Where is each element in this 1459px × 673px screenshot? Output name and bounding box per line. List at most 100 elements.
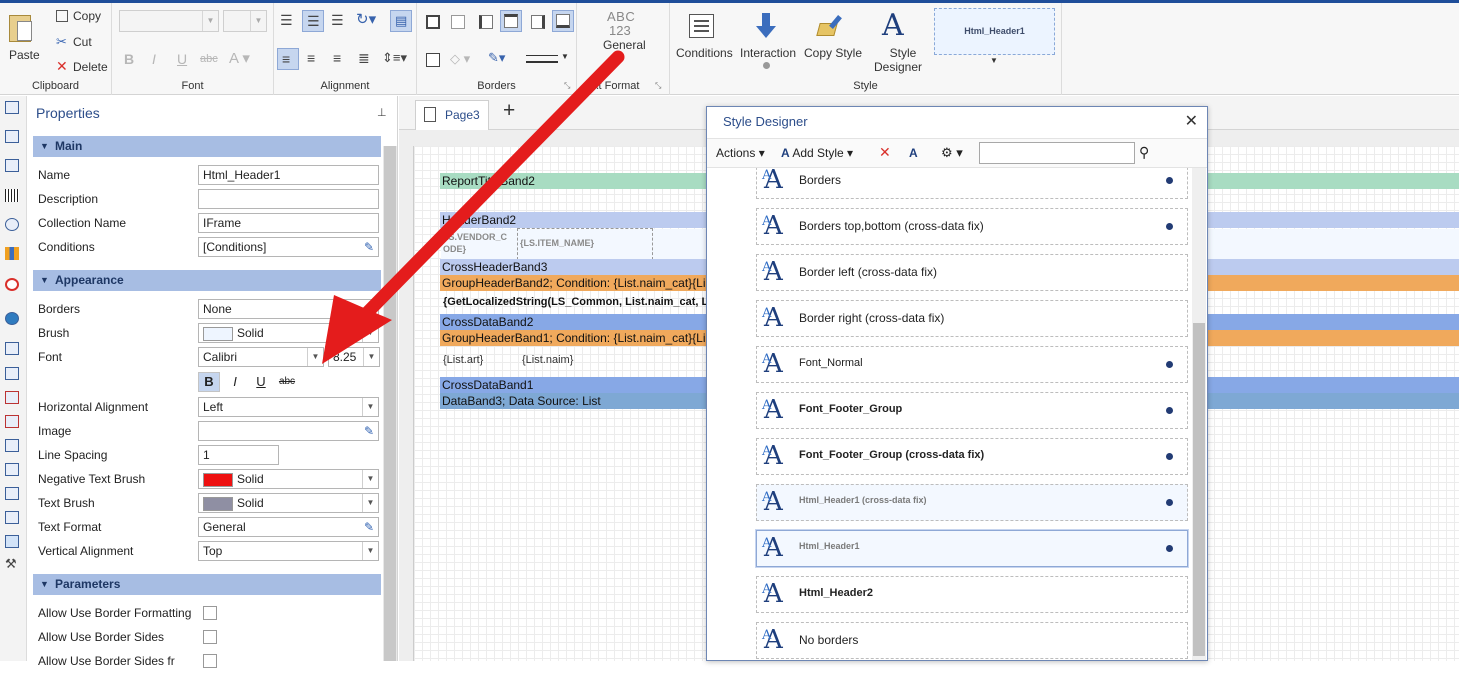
copy-button[interactable]: Copy [56, 9, 101, 23]
left-border-icon[interactable] [479, 15, 493, 29]
description-field[interactable] [198, 189, 379, 209]
neg-brush-field[interactable]: Solid ▼ [198, 469, 379, 489]
style-search-input[interactable] [979, 142, 1135, 164]
line-spacing-button[interactable]: ⇕≡▾ [382, 50, 407, 66]
scrollbar-thumb[interactable] [1193, 323, 1205, 656]
interaction-button[interactable]: Interaction [740, 46, 796, 60]
gauge-icon[interactable] [5, 278, 19, 291]
justify-button[interactable]: ≣ [358, 50, 370, 67]
align-top-button[interactable]: ☰ [280, 12, 293, 29]
paste-button[interactable] [9, 13, 33, 43]
style-list-item[interactable]: A A Font_Normal [756, 346, 1188, 383]
panel-component-icon[interactable] [5, 159, 19, 172]
interaction-dropdown-dot[interactable] [763, 62, 770, 69]
chevron-down-icon[interactable]: ▼ [362, 542, 378, 560]
localized-string-cell[interactable]: {GetLocalizedString(LS_Common, List.naim… [443, 296, 708, 308]
style-list-scrollbar[interactable] [1192, 168, 1206, 660]
style-list-item[interactable]: A A Html_Header2 [756, 576, 1188, 613]
chevron-down-icon[interactable]: ▼ [363, 348, 379, 366]
delete-button[interactable]: ✕ Delete [56, 58, 108, 75]
bold-button[interactable]: B [124, 51, 134, 67]
remove-style-icon[interactable]: ✕ [879, 144, 891, 161]
border-sides-checkbox[interactable] [203, 630, 217, 644]
collection-name-field[interactable]: IFrame [198, 213, 379, 233]
name-field[interactable]: Html_Header1 [198, 165, 379, 185]
chevron-down-icon[interactable]: ▼ [362, 398, 378, 416]
chevron-down-icon[interactable]: ▼ [307, 348, 323, 366]
pencil-icon[interactable]: ✎ [361, 519, 377, 535]
search-icon[interactable]: ⚲ [1139, 144, 1149, 161]
font-family-combo[interactable]: ▼ [119, 10, 219, 32]
expand-icon[interactable]: ⤡ [564, 81, 570, 91]
add-page-button[interactable]: + [503, 99, 515, 123]
image-icon[interactable] [5, 535, 19, 548]
style-list-item[interactable]: A A Font_Footer_Group [756, 392, 1188, 429]
copy-style-button[interactable]: Copy Style [804, 46, 862, 60]
barcode-icon[interactable] [5, 189, 19, 202]
expand-icon[interactable]: ⤡ [655, 81, 661, 91]
tools-icon[interactable]: ⚒ [5, 556, 17, 572]
font-bold-toggle[interactable]: B [198, 372, 220, 392]
chevron-down-icon[interactable]: ▼ [561, 52, 569, 61]
text-icon[interactable] [5, 391, 19, 404]
text-format-field[interactable]: General ✎ [198, 517, 379, 537]
pencil-icon[interactable]: ✎ [361, 423, 377, 439]
chart-icon[interactable] [5, 247, 19, 260]
subreport-icon[interactable] [5, 487, 19, 500]
image-field[interactable]: ✎ [198, 421, 379, 441]
list-art-cell[interactable]: {List.art} [443, 354, 483, 366]
chevron-down-icon[interactable]: ▼ [362, 324, 378, 342]
actions-menu[interactable]: Actions ▾ [716, 146, 765, 160]
valign-field[interactable]: Top ▼ [198, 541, 379, 561]
style-list-item[interactable]: A A Borders top,bottom (cross-data fix) [756, 208, 1188, 245]
section-parameters[interactable]: ▼ Parameters [33, 574, 381, 595]
chevron-down-icon[interactable]: ▼ [990, 56, 998, 65]
strikethrough-button[interactable]: abc [200, 53, 218, 65]
vendor-code-cell[interactable]: LS.VENDOR_C ODE} [443, 231, 507, 255]
section-appearance[interactable]: ▼ Appearance [33, 270, 381, 291]
text-component-icon[interactable] [5, 101, 19, 114]
tab-page3[interactable]: Page3 [415, 100, 489, 130]
top-border-button[interactable] [500, 10, 522, 32]
style-list-item[interactable]: A A Borders [756, 168, 1188, 199]
cross-tab-icon[interactable] [5, 511, 19, 524]
font-color-button[interactable]: A ▾ [229, 49, 250, 67]
shape-icon[interactable] [5, 218, 19, 231]
pin-icon[interactable]: ⊥ [377, 106, 387, 119]
font-underline-toggle[interactable]: U [250, 372, 272, 392]
properties-scrollbar[interactable] [383, 146, 397, 661]
style-list-item[interactable]: A A Html_Header1 [756, 530, 1188, 567]
font-size-combo[interactable]: ▼ [223, 10, 267, 32]
style-designer-button[interactable]: Style Designer [874, 46, 922, 74]
italic-button[interactable]: I [152, 51, 156, 67]
section-main[interactable]: ▼ Main [33, 136, 381, 157]
font-size-field[interactable]: 8.25 ▼ [328, 347, 380, 367]
borders-field[interactable]: None [198, 299, 379, 319]
bottom-border-button[interactable] [552, 10, 574, 32]
scrollbar-thumb[interactable] [384, 146, 396, 661]
rotate-text-button[interactable]: ↻▾ [356, 10, 376, 28]
conditions-button[interactable]: Conditions [676, 46, 733, 60]
chevron-down-icon[interactable]: ▼ [362, 494, 378, 512]
line-spacing-field[interactable]: 1 [198, 445, 279, 465]
pencil-icon[interactable]: ✎ [361, 239, 377, 255]
gear-icon[interactable]: ⚙ ▾ [941, 145, 963, 161]
border-sides-fr-checkbox[interactable] [203, 654, 217, 668]
align-bottom-button[interactable]: ☰ [331, 12, 344, 29]
halign-field[interactable]: Left ▼ [198, 397, 379, 417]
rich-text-icon[interactable] [5, 415, 19, 428]
border-formatting-checkbox[interactable] [203, 606, 217, 620]
list-naim-cell[interactable]: {List.naim} [522, 354, 573, 366]
text-format-general-button[interactable]: General [603, 38, 646, 52]
font-family-field[interactable]: Calibri ▼ [198, 347, 324, 367]
chevron-down-icon[interactable]: ▼ [362, 470, 378, 488]
add-style-menu[interactable]: A Add Style ▾ [781, 146, 853, 160]
style-preview-box[interactable]: Html_Header1 [934, 8, 1055, 55]
font-italic-toggle[interactable]: I [224, 372, 246, 392]
report-icon[interactable] [5, 342, 19, 355]
style-list-item[interactable]: A A Border right (cross-data fix) [756, 300, 1188, 337]
align-left-button[interactable]: ≡ [277, 48, 299, 70]
paste-label[interactable]: Paste [9, 48, 40, 62]
header-icon[interactable] [5, 439, 19, 452]
style-list-item[interactable]: A A Font_Footer_Group (cross-data fix) [756, 438, 1188, 475]
